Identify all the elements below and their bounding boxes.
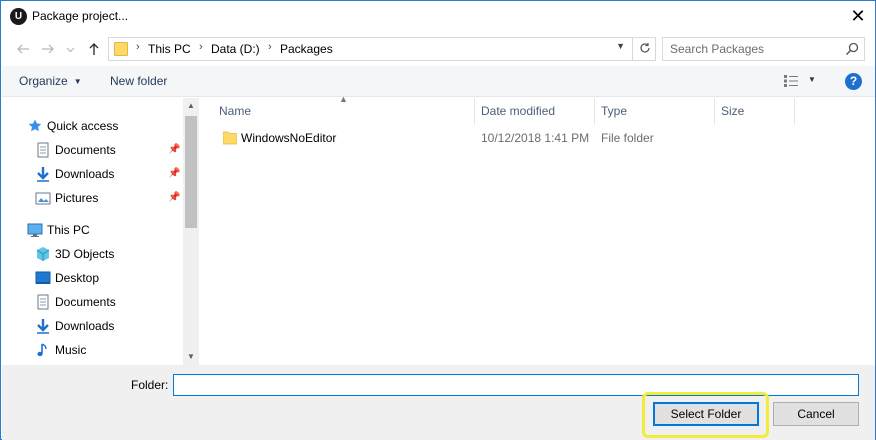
documents-icon (37, 142, 49, 158)
breadcrumb-data-drive[interactable]: Data (D:) (211, 42, 260, 56)
sidebar-item-documents[interactable]: Documents (2, 291, 182, 313)
column-header-label: Type (601, 104, 628, 118)
column-header-label: Size (721, 104, 745, 118)
file-name: WindowsNoEditor (241, 131, 337, 145)
sidebar-item-label: Quick access (47, 119, 119, 133)
download-arrow-icon (37, 167, 49, 182)
sidebar-item-label: Documents (55, 295, 116, 309)
organize-button[interactable]: Organize ▼ (19, 74, 82, 88)
breadcrumb-packages[interactable]: Packages (280, 42, 333, 56)
sidebar-item-label: Music (55, 343, 87, 357)
navigation-bar: › This PC › Data (D:) › Packages ▼ (1, 36, 875, 62)
search-box (662, 37, 865, 61)
sidebar-item-label: 3D Objects (55, 247, 115, 261)
breadcrumb-separator: › (136, 41, 140, 53)
column-header-date-modified[interactable]: Date modified (475, 98, 595, 125)
monitor-icon (27, 223, 43, 237)
command-bar: Organize ▼ New folder ▼ ? (2, 66, 875, 97)
help-icon[interactable]: ? (845, 73, 862, 90)
sidebar-item-label: Desktop (55, 271, 100, 285)
refresh-button[interactable] (632, 37, 656, 61)
search-input[interactable] (663, 38, 833, 60)
arrow-up-icon (89, 43, 99, 55)
arrow-right-icon (42, 44, 54, 54)
breadcrumb-separator: › (199, 41, 203, 53)
sidebar-item-label: Pictures (55, 191, 99, 205)
up-button[interactable] (84, 38, 104, 60)
breadcrumb-this-pc[interactable]: This PC (148, 42, 191, 56)
desktop-icon (35, 271, 51, 284)
column-header-label: Date modified (481, 104, 556, 118)
cancel-button[interactable]: Cancel (773, 402, 859, 426)
folder-icon (114, 42, 128, 56)
pin-icon[interactable]: 📌 (168, 168, 180, 179)
view-dropdown-icon[interactable]: ▼ (808, 75, 816, 84)
file-date-modified: 10/12/2018 1:41 PM (481, 131, 590, 145)
sidebar-item-pictures-pinned[interactable]: Pictures 📌 (2, 187, 182, 209)
organize-label: Organize (19, 74, 68, 88)
pin-icon[interactable]: 📌 (168, 144, 180, 155)
download-arrow-icon (37, 319, 49, 334)
chevron-down-icon: ▼ (73, 77, 82, 86)
refresh-icon (639, 43, 650, 53)
select-folder-button[interactable]: Select Folder (653, 402, 759, 426)
sidebar-item-desktop[interactable]: Desktop (2, 267, 182, 289)
new-folder-button[interactable]: New folder (110, 74, 167, 88)
file-list: ▲ Name Date modified Type Size WindowsNo… (199, 94, 875, 365)
breadcrumb-separator: › (268, 41, 272, 53)
sidebar-item-label: Documents (55, 143, 116, 157)
documents-icon (37, 294, 49, 310)
music-note-icon (37, 343, 47, 357)
arrow-left-icon (17, 44, 29, 54)
scrollbar-thumb[interactable] (185, 116, 197, 228)
title-bar: U Package project... ✕ (1, 1, 875, 32)
dialog-footer: Folder: Select Folder Cancel (2, 365, 875, 440)
star-icon (28, 119, 42, 132)
sidebar-item-downloads-pinned[interactable]: Downloads 📌 (2, 163, 182, 185)
sidebar-item-label: Downloads (55, 167, 115, 181)
window-title: Package project... (32, 9, 129, 23)
sidebar-item-documents-pinned[interactable]: Documents 📌 (2, 139, 182, 161)
view-options-icon[interactable] (783, 74, 799, 88)
back-button[interactable] (13, 38, 33, 60)
pin-icon[interactable]: 📌 (168, 192, 180, 203)
navigation-pane-scrollbar[interactable]: ▲ ▼ (183, 98, 199, 365)
column-header-label: Name (219, 104, 252, 118)
cube-icon (36, 247, 50, 261)
forward-button[interactable] (38, 38, 58, 60)
search-icon[interactable] (844, 41, 860, 57)
sidebar-item-label: Downloads (55, 319, 115, 333)
scroll-down-arrow-icon[interactable]: ▼ (183, 349, 199, 365)
sidebar-item-quick-access[interactable]: Quick access (2, 115, 182, 137)
chevron-down-icon (66, 47, 74, 53)
scroll-up-arrow-icon[interactable]: ▲ (183, 98, 199, 114)
folder-icon (223, 131, 237, 145)
address-dropdown-icon[interactable]: ▼ (616, 41, 625, 51)
sidebar-item-this-pc[interactable]: This PC (2, 219, 182, 241)
sidebar-item-label: This PC (47, 223, 90, 237)
recent-locations-button[interactable] (63, 38, 77, 60)
table-row[interactable]: WindowsNoEditor 10/12/2018 1:41 PM File … (199, 127, 875, 149)
address-bar[interactable]: › This PC › Data (D:) › Packages ▼ (108, 37, 656, 61)
column-header-name[interactable]: Name (213, 98, 475, 125)
navigation-pane: Quick access Documents 📌 Downloads 📌 Pic… (2, 98, 199, 365)
file-type: File folder (601, 131, 654, 145)
sidebar-item-3d-objects[interactable]: 3D Objects (2, 243, 182, 265)
close-button[interactable]: ✕ (841, 1, 875, 31)
sidebar-item-downloads[interactable]: Downloads (2, 315, 182, 337)
package-project-dialog: U Package project... ✕ › This PC › Data … (0, 0, 876, 440)
column-header-type[interactable]: Type (595, 98, 715, 125)
sidebar-item-music[interactable]: Music (2, 339, 182, 361)
folder-label: Folder: (131, 378, 169, 392)
pictures-icon (35, 192, 51, 205)
unreal-engine-icon: U (10, 8, 27, 25)
column-header-size[interactable]: Size (715, 98, 795, 125)
